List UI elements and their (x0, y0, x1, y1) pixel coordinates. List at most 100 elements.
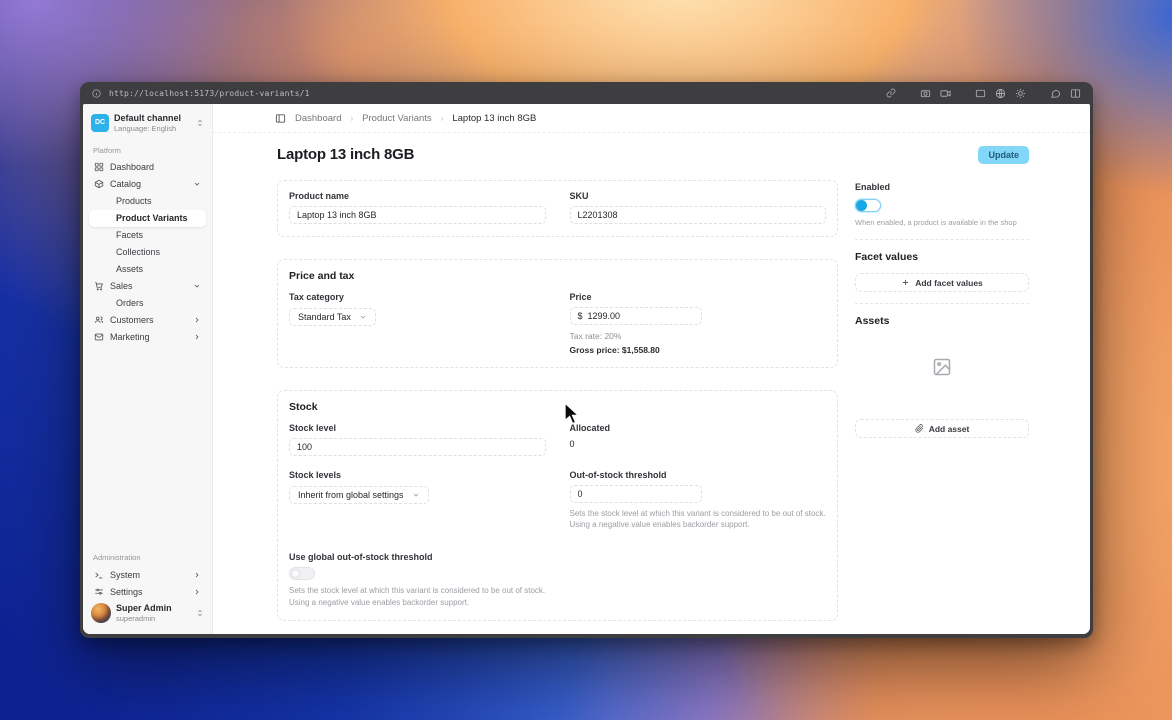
enabled-label: Enabled (855, 182, 891, 192)
chevrons-up-down-icon (196, 609, 204, 617)
sidebar-item-facets[interactable]: Facets (89, 227, 206, 244)
stock-level-input[interactable] (289, 438, 546, 456)
product-name-input[interactable] (289, 206, 546, 224)
details-card: Product name SKU (277, 180, 838, 237)
sidebar-item-sales[interactable]: Sales (89, 278, 206, 295)
sidebar-item-label: Orders (116, 298, 144, 309)
browser-window: http://localhost:5173/product-variants/1… (80, 82, 1093, 638)
sidebar-item-system[interactable]: System (89, 566, 206, 583)
sidebar-item-products[interactable]: Products (89, 193, 206, 210)
info-icon (92, 88, 101, 98)
sidebar-item-customers[interactable]: Customers (89, 312, 206, 329)
user-name: Super Admin (116, 603, 172, 614)
page-content: Laptop 13 inch 8GB Update Product name L… (213, 133, 1090, 634)
sidebar-item-label: Catalog (110, 179, 142, 190)
stock-card: Stock Stock level Allocated 0 (277, 390, 838, 621)
sidebar-item-label: Assets (116, 264, 144, 275)
settings-gear-icon[interactable] (1015, 88, 1026, 99)
sidebar-item-label: Dashboard (110, 162, 155, 173)
cart-icon (95, 282, 103, 291)
sidebar-item-orders[interactable]: Orders (89, 295, 206, 312)
sidebar-toggle-icon[interactable] (275, 113, 286, 124)
main-area: Dashboard › Product Variants › Laptop 13… (213, 104, 1090, 634)
chevron-right-icon (193, 316, 201, 324)
out-of-stock-threshold-input[interactable] (569, 485, 702, 503)
threshold-help-text: Sets the stock level at which this varia… (569, 509, 826, 530)
breadcrumb-item[interactable]: Dashboard (295, 113, 341, 124)
link-icon[interactable] (886, 88, 896, 98)
chat-icon[interactable] (1050, 88, 1061, 99)
stock-levels-select[interactable]: Inherit from global settings (289, 486, 429, 504)
sidebar-item-assets[interactable]: Assets (89, 261, 206, 278)
update-button[interactable]: Update (978, 146, 1029, 164)
sidebar-item-product-variants[interactable]: Product Variants (89, 209, 206, 227)
sidebar-item-label: Settings (110, 586, 143, 597)
breadcrumb-current: Laptop 13 inch 8GB (452, 112, 537, 124)
user-menu[interactable]: Super Admin superadmin (89, 600, 206, 626)
global-threshold-help-text: Sets the stock level at which this varia… (289, 586, 546, 607)
enabled-panel: Enabled When enabled, a product is avail… (855, 182, 1029, 228)
chevron-down-icon (193, 282, 201, 290)
channel-language: Language: English (114, 123, 177, 133)
sidebar-item-label: Sales (110, 281, 133, 292)
sidebar-item-dashboard[interactable]: Dashboard (89, 159, 206, 176)
add-asset-button[interactable]: Add asset (855, 419, 1029, 439)
facet-values-panel: Facet values Add facet values (855, 251, 1029, 293)
enabled-help-text: When enabled, a product is available in … (855, 218, 1017, 227)
divider (855, 303, 1029, 305)
global-threshold-toggle[interactable] (289, 567, 315, 581)
box-icon (94, 180, 104, 189)
image-placeholder-icon (933, 358, 951, 376)
tax-category-select[interactable]: Standard Tax (289, 308, 376, 326)
avatar (91, 603, 111, 623)
sidebar-item-catalog[interactable]: Catalog (89, 176, 206, 193)
price-tax-card: Price and tax Tax category Standard Tax (277, 259, 838, 368)
screenshot-icon[interactable] (920, 88, 931, 99)
sku-label: SKU (569, 191, 589, 201)
product-name-label: Product name (289, 191, 350, 201)
breadcrumb-item[interactable]: Product Variants (362, 113, 432, 124)
stock-level-label: Stock level (289, 423, 337, 433)
channel-name: Default channel (114, 113, 182, 123)
sku-input[interactable] (569, 206, 826, 224)
sidebar: DC Default channel Language: English Pla… (83, 104, 213, 634)
channel-switcher[interactable]: DC Default channel Language: English (89, 110, 206, 136)
currency-symbol: $ (577, 311, 583, 321)
users-icon (94, 316, 104, 324)
chevron-right-icon (193, 571, 201, 579)
chevrons-up-down-icon (196, 119, 204, 127)
breadcrumb-separator: › (350, 113, 354, 123)
window-icon[interactable] (975, 88, 986, 99)
globe-icon[interactable] (995, 88, 1006, 99)
sidebar-item-label: Marketing (110, 332, 150, 343)
sidebar-item-label: Customers (110, 315, 154, 326)
price-tax-title: Price and tax (289, 270, 355, 282)
assets-title: Assets (855, 315, 890, 328)
camera-icon[interactable] (940, 88, 951, 99)
mail-icon (94, 333, 104, 341)
breadcrumb: Dashboard › Product Variants › Laptop 13… (213, 104, 1090, 133)
price-input[interactable] (587, 311, 694, 321)
stock-levels-label: Stock levels (289, 470, 342, 480)
browser-titlebar: http://localhost:5173/product-variants/1 (80, 82, 1093, 104)
out-of-stock-threshold-label: Out-of-stock threshold (569, 470, 667, 480)
price-label: Price (569, 292, 592, 302)
split-view-icon[interactable] (1070, 88, 1081, 99)
stock-title: Stock (289, 401, 318, 413)
sliders-icon (95, 588, 103, 595)
add-facet-values-button[interactable]: Add facet values (855, 273, 1029, 293)
right-rail: Enabled When enabled, a product is avail… (855, 180, 1029, 439)
sidebar-section-platform: Platform (93, 145, 121, 155)
enabled-toggle[interactable] (855, 199, 881, 212)
add-facet-values-label: Add facet values (915, 277, 983, 288)
sidebar-item-label: System (110, 569, 141, 580)
sidebar-item-label: Product Variants (116, 213, 188, 224)
plus-icon (903, 280, 909, 286)
gross-price-text: Gross price: $1,558.80 (569, 345, 660, 355)
terminal-icon (95, 572, 103, 578)
url-text[interactable]: http://localhost:5173/product-variants/1 (109, 89, 310, 98)
sidebar-item-collections[interactable]: Collections (89, 244, 206, 261)
sidebar-item-marketing[interactable]: Marketing (89, 329, 206, 346)
price-input-group: $ (569, 307, 702, 325)
sidebar-item-settings[interactable]: Settings (89, 583, 206, 600)
